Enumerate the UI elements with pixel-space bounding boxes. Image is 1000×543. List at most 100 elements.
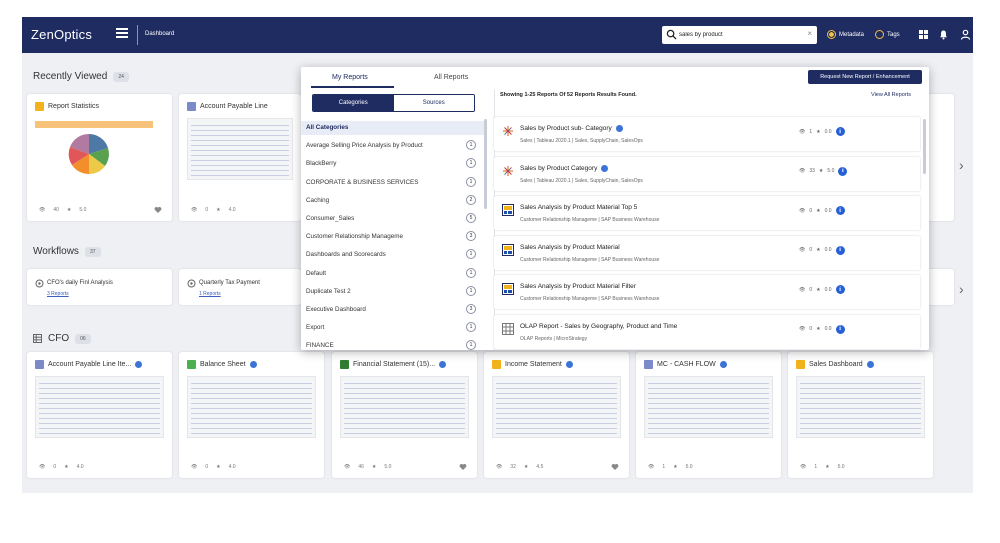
workflow-icon bbox=[187, 279, 196, 288]
info-icon[interactable]: i bbox=[838, 166, 848, 176]
results-scrollbar[interactable] bbox=[923, 119, 926, 174]
sources-toggle[interactable]: Sources bbox=[393, 95, 474, 111]
heart-icon[interactable] bbox=[459, 463, 467, 471]
card-stats: 👁 32 ★ 4.5 bbox=[496, 464, 543, 470]
menu-icon[interactable] bbox=[116, 28, 128, 38]
chevron-right-icon[interactable]: › bbox=[959, 281, 964, 297]
workflow-reports-link[interactable]: 1 Reports bbox=[199, 291, 221, 297]
workflow-card[interactable]: CFO's daily Finl Analysis 3 Reports bbox=[27, 269, 172, 305]
views-count: 40 bbox=[53, 207, 59, 213]
section-title: Recently Viewed bbox=[33, 71, 108, 82]
report-result-row[interactable]: Sales by Product Category Sales | Tableau… bbox=[494, 156, 920, 191]
category-item[interactable]: Duplicate Test 2 1 bbox=[306, 285, 476, 299]
category-item[interactable]: Executive Dashboard 3 bbox=[306, 303, 476, 317]
cfo-card[interactable]: Sales Dashboard 👁 1 ★ 5.0 bbox=[788, 352, 933, 478]
recent-card-report-statistics[interactable]: Report Statistics 👁 40 ★ 5.0 bbox=[27, 94, 172, 221]
card-thumbnail bbox=[35, 118, 164, 180]
heart-icon[interactable] bbox=[611, 463, 619, 471]
result-stats: 👁 0 ★ 0.0 i bbox=[799, 206, 845, 215]
category-label: Dashboards and Scorecards bbox=[306, 251, 386, 259]
result-subtitle: OLAP Reports | MicroStrategy bbox=[520, 335, 588, 342]
category-count-badge: 2 bbox=[466, 194, 476, 205]
search-input[interactable] bbox=[679, 29, 799, 41]
tab-my-reports[interactable]: My Reports bbox=[332, 74, 368, 81]
category-item[interactable]: BlackBerry 1 bbox=[306, 157, 476, 171]
thumbnail-banner bbox=[35, 121, 153, 128]
breadcrumb[interactable]: Dashboard bbox=[145, 31, 174, 37]
category-item[interactable]: Caching 2 bbox=[306, 194, 476, 208]
cfo-card[interactable]: Income Statement 👁 32 ★ 4.5 bbox=[484, 352, 629, 478]
top-bar: ZenOptics Dashboard × Metadata Tags bbox=[22, 17, 973, 53]
report-result-row[interactable]: Sales Analysis by Product Material Custom… bbox=[494, 235, 920, 270]
workflow-reports-link[interactable]: 3 Reports bbox=[47, 291, 69, 297]
app-window: ZenOptics Dashboard × Metadata Tags Rece… bbox=[22, 17, 973, 493]
category-scrollbar[interactable] bbox=[484, 119, 487, 209]
tags-radio[interactable]: Tags bbox=[875, 30, 900, 39]
report-result-row[interactable]: Sales Analysis by Product Material Top 5… bbox=[494, 196, 920, 230]
views-icon: 👁 bbox=[191, 464, 198, 470]
verified-icon bbox=[439, 361, 447, 368]
category-item[interactable]: FINANCE 1 bbox=[306, 339, 476, 350]
result-stats: 👁 1 ★ 0.0 i bbox=[799, 127, 845, 136]
chevron-right-icon[interactable]: › bbox=[959, 157, 964, 173]
views-count: 1 bbox=[809, 128, 813, 135]
category-item[interactable]: Dashboards and Scorecards 1 bbox=[306, 248, 476, 262]
tab-all-reports[interactable]: All Reports bbox=[434, 74, 468, 81]
info-icon[interactable]: i bbox=[835, 127, 845, 136]
info-icon[interactable]: i bbox=[835, 285, 845, 294]
card-stats: 👁 1 ★ 5.0 bbox=[800, 464, 845, 470]
categories-toggle[interactable]: Categories bbox=[313, 95, 394, 111]
category-item[interactable]: CORPORATE & BUSINESS SERVICES 1 bbox=[306, 176, 476, 190]
verified-icon bbox=[719, 361, 727, 368]
bell-icon[interactable] bbox=[938, 29, 949, 40]
result-subtitle: Customer Relationship Manageme | SAP Bus… bbox=[520, 256, 660, 263]
star-icon: ★ bbox=[825, 464, 830, 470]
request-new-report-button[interactable]: Request New Report / Enhancement bbox=[808, 70, 922, 84]
star-icon: ★ bbox=[216, 207, 221, 213]
app-logo[interactable]: ZenOptics bbox=[31, 27, 92, 42]
views-icon: 👁 bbox=[800, 464, 807, 470]
card-stats: 👁 0 ★ 4.0 bbox=[191, 464, 236, 470]
search-box[interactable]: × bbox=[662, 26, 817, 44]
category-item[interactable]: Average Selling Price Analysis by Produc… bbox=[306, 139, 476, 153]
star-icon: ★ bbox=[673, 464, 678, 470]
rating-value: 5.0 bbox=[827, 168, 835, 174]
category-item[interactable]: All Categories bbox=[301, 121, 487, 135]
metadata-radio[interactable]: Metadata bbox=[827, 30, 864, 39]
category-label: Default bbox=[306, 269, 326, 277]
report-icon bbox=[187, 360, 196, 369]
info-icon[interactable]: i bbox=[835, 206, 845, 215]
report-result-row[interactable]: OLAP Report - Sales by Geography, Produc… bbox=[494, 314, 920, 349]
report-result-row[interactable]: Sales Analysis by Product Material Filte… bbox=[494, 275, 920, 309]
recent-card-account-payable[interactable]: Account Payable Line 👁 0 ★ 4.0 bbox=[179, 94, 301, 221]
section-count: 37 bbox=[84, 246, 101, 257]
apps-grid-icon[interactable] bbox=[918, 29, 929, 40]
cfo-card[interactable]: Balance Sheet 👁 0 ★ 4.0 bbox=[179, 352, 324, 478]
category-count-badge: 3 bbox=[466, 304, 476, 314]
category-item[interactable]: Export 1 bbox=[306, 321, 476, 335]
report-result-row[interactable]: Sales by Product sub- Category Sales | Ta… bbox=[494, 117, 920, 151]
clear-icon[interactable]: × bbox=[807, 29, 812, 38]
cfo-card[interactable]: Financial Statement (15)... 👁 46 ★ 5.0 bbox=[332, 352, 477, 478]
cfo-card[interactable]: MC - CASH FLOW 👁 1 ★ 5.0 bbox=[636, 352, 781, 478]
heart-icon[interactable] bbox=[154, 206, 162, 214]
rating-value: 0.0 bbox=[824, 207, 832, 214]
star-icon: ★ bbox=[816, 207, 821, 214]
card-thumbnail bbox=[492, 376, 621, 438]
info-icon[interactable]: i bbox=[835, 324, 845, 334]
category-item[interactable]: Customer Relationship Manageme 3 bbox=[306, 230, 476, 244]
category-item[interactable]: Default 1 bbox=[306, 267, 476, 281]
workflow-card[interactable]: Quarterly Tax Payment 1 Reports bbox=[179, 269, 301, 305]
rating-value: 5.0 bbox=[685, 464, 693, 470]
cfo-card[interactable]: Account Payable Line Ite... 👁 0 ★ 4.0 bbox=[27, 352, 172, 478]
user-icon[interactable] bbox=[960, 29, 971, 40]
category-label: Export bbox=[306, 324, 325, 332]
info-icon[interactable]: i bbox=[835, 245, 845, 255]
results-count-text: Showing 1-25 Reports Of 52 Reports Resul… bbox=[500, 92, 637, 98]
category-source-toggle: Categories Sources bbox=[312, 94, 475, 112]
report-icon bbox=[644, 360, 653, 369]
card-title: Sales Dashboard bbox=[809, 361, 863, 368]
category-item[interactable]: Consumer_Sales 5 bbox=[306, 212, 476, 226]
category-label: CORPORATE & BUSINESS SERVICES bbox=[306, 178, 419, 186]
view-all-reports-link[interactable]: View All Reports bbox=[871, 92, 911, 98]
